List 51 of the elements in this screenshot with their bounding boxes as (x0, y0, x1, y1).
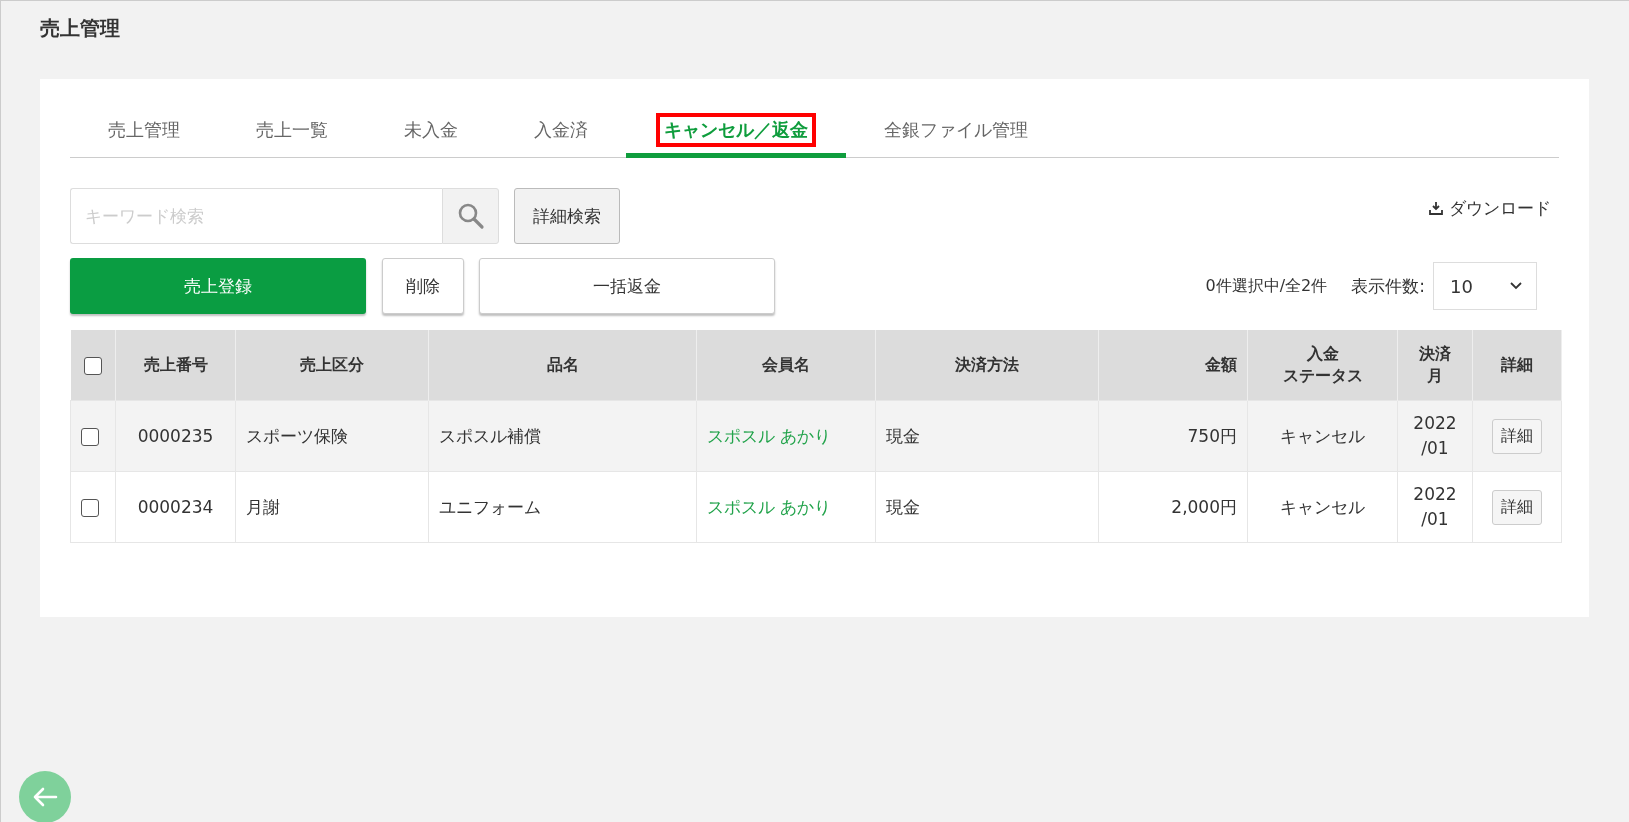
action-button[interactable]: 売上登録 (70, 258, 366, 314)
column-header: 会員名 (761, 354, 811, 376)
column-header: 詳細 (1500, 354, 1534, 376)
column-header: 品名 (545, 354, 580, 376)
selection-count: 0件選択中/全2件 (1205, 275, 1328, 297)
tab[interactable]: 未入金 (366, 107, 496, 158)
detail-button[interactable]: 詳細 (1492, 418, 1542, 454)
row-checkbox[interactable] (81, 499, 99, 517)
table-cell: 2022 /01 (1397, 471, 1473, 543)
tab[interactable]: 入金済 (496, 107, 626, 158)
action-button[interactable]: 一括返金 (479, 258, 775, 314)
column-header: 月 (1426, 365, 1444, 387)
column-header: 入金 (1305, 343, 1340, 365)
table-cell: 0000235 (115, 400, 236, 472)
column-header: 金額 (1204, 354, 1237, 376)
column-header: 決済方法 (954, 354, 1020, 376)
table-cell: キャンセル (1247, 400, 1398, 472)
action-button[interactable]: 削除 (382, 258, 464, 314)
table-cell: 750円 (1098, 400, 1248, 472)
table-cell: スポスル補償 (428, 400, 697, 472)
page-size-select[interactable]: 10 (1433, 262, 1537, 310)
search-button[interactable] (442, 188, 499, 244)
detail-button[interactable]: 詳細 (1492, 489, 1542, 525)
table-cell: 現金 (875, 471, 1099, 543)
table-cell: 0000234 (115, 471, 236, 543)
select-all-checkbox[interactable] (83, 356, 102, 375)
table-cell: キャンセル (1247, 471, 1398, 543)
table-cell: 2,000円 (1098, 471, 1248, 543)
tab[interactable]: 売上管理 (70, 107, 218, 158)
row-checkbox[interactable] (81, 428, 99, 446)
detail-search-button[interactable]: 詳細検索 (514, 188, 620, 244)
search-icon (456, 202, 485, 230)
column-header: 決済 (1418, 343, 1452, 365)
member-link[interactable]: スポスル あかり (696, 471, 876, 543)
table-cell: ユニフォーム (428, 471, 697, 543)
tab[interactable]: 全銀ファイル管理 (846, 107, 1066, 158)
column-header: 売上区分 (299, 354, 365, 376)
tab[interactable]: 売上一覧 (218, 107, 366, 158)
table-cell: 月謝 (235, 471, 429, 543)
download-link[interactable]: ダウンロード (1429, 196, 1551, 220)
column-header: 売上番号 (142, 354, 209, 376)
table-cell: 現金 (875, 400, 1099, 472)
page-title: 売上管理 (40, 15, 120, 42)
column-header: ステータス (1281, 365, 1364, 387)
chevron-down-icon (1510, 282, 1522, 290)
download-icon (1429, 201, 1443, 215)
table-cell: 2022 /01 (1397, 400, 1473, 472)
table-cell: スポーツ保険 (235, 400, 429, 472)
tab[interactable]: キャンセル／返金 (626, 107, 846, 158)
arrow-left-icon (32, 787, 58, 807)
page-size-label: 表示件数: (1351, 274, 1425, 298)
